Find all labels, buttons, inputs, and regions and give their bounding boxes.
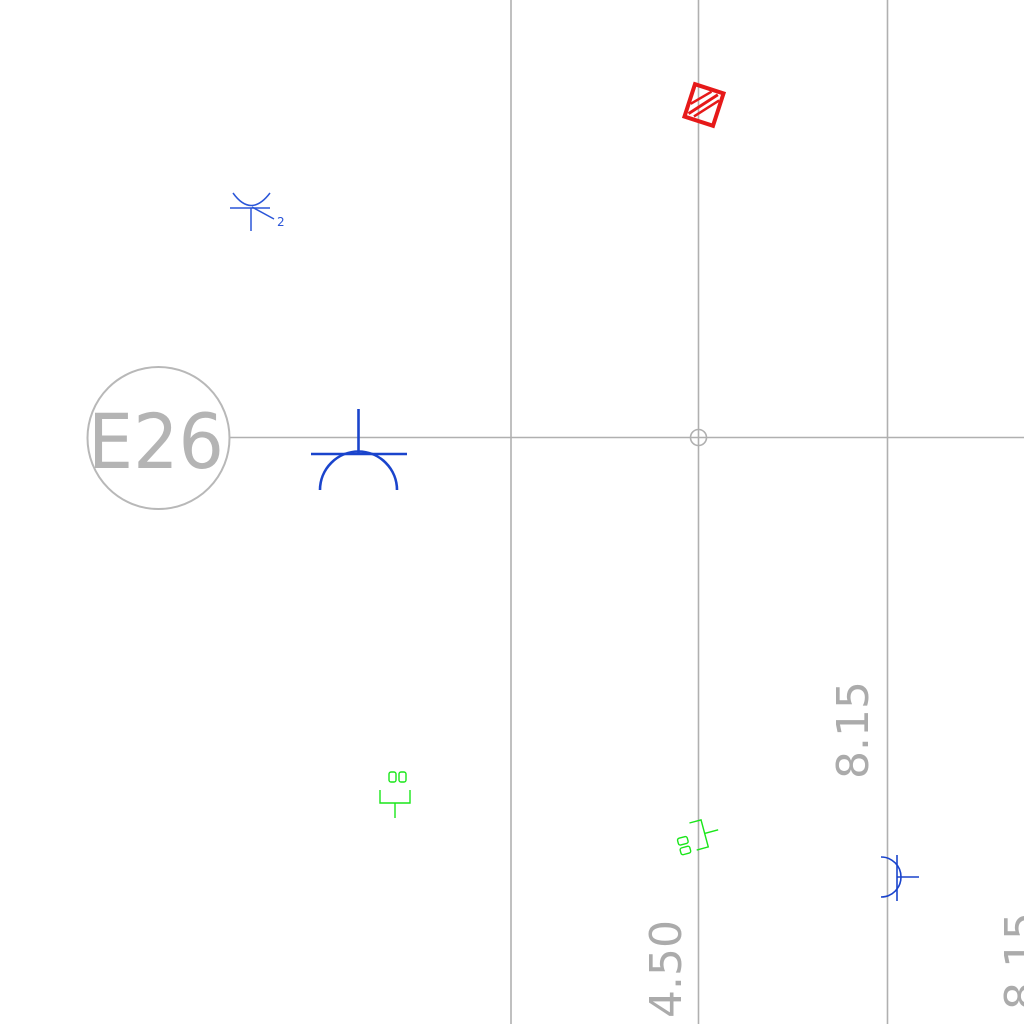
grid-lines — [230, 0, 1024, 1024]
dimension-text: 4.50 — [641, 920, 692, 1018]
grid-bubble-label: E26 — [88, 397, 224, 486]
phone-outlet-tag: 2 — [277, 215, 285, 229]
cad-drawing-canvas: E26 4.50 8.15 8.15 2 — [86, 0, 1024, 1024]
dimension-text: 8.15 — [828, 681, 879, 779]
duplex-outlet-symbol — [311, 409, 407, 491]
phone-outlet-symbol — [230, 192, 275, 231]
fixture-symbol — [681, 81, 727, 129]
dimension-text: 8.15 — [996, 912, 1024, 1010]
grid-bubble: E26 — [86, 366, 231, 510]
data-outlet-symbol — [379, 771, 411, 818]
